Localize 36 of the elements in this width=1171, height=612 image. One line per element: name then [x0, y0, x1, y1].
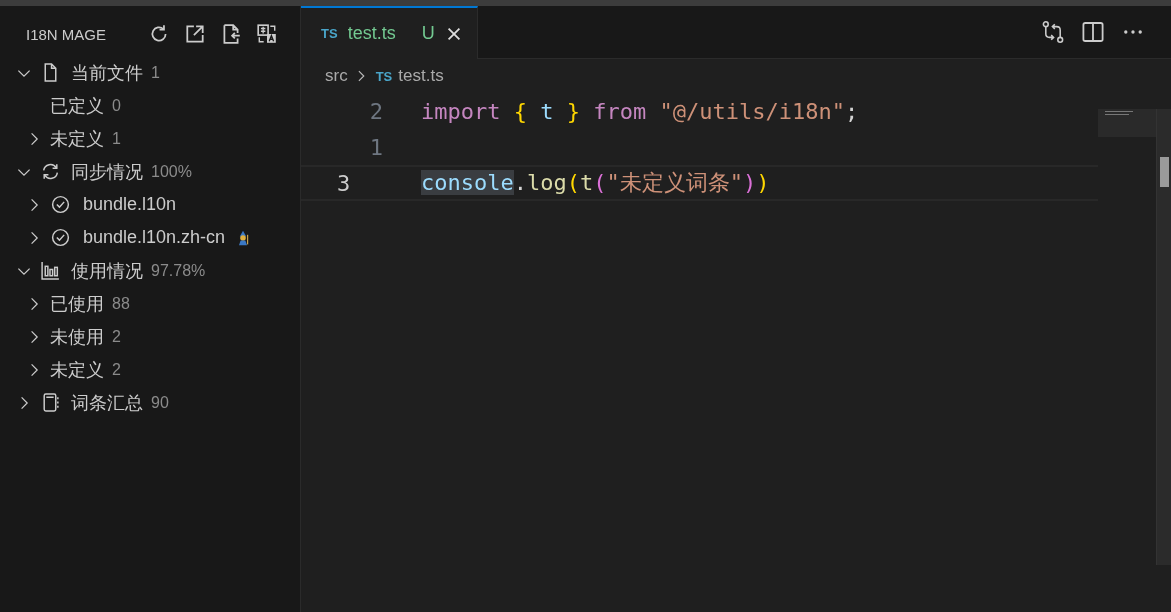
bar-chart-icon: [40, 260, 61, 281]
tree-item[interactable]: 当前文件 1: [0, 56, 300, 89]
scrollbar-thumb[interactable]: [1160, 157, 1169, 187]
line-number: 2: [368, 98, 383, 124]
breadcrumb-item[interactable]: test.ts: [398, 66, 444, 86]
breadcrumb-item[interactable]: src: [325, 66, 348, 86]
compare-changes-icon[interactable]: [1041, 20, 1065, 44]
notebook-icon: [40, 392, 61, 413]
minimap-preview-drawing: [1105, 111, 1133, 115]
typescript-icon: TS: [375, 68, 393, 84]
tree-item[interactable]: 未定义 2: [0, 353, 300, 386]
tree-item[interactable]: bundle.l10n: [0, 188, 300, 221]
tree-item[interactable]: 未使用 2: [0, 320, 300, 353]
line-number: 1: [368, 134, 383, 160]
tree-item[interactable]: 已定义 0: [0, 89, 300, 122]
code-line: import { t } from "@/utils/i18n";: [421, 98, 859, 124]
tree-item[interactable]: 使用情况 97.78%: [0, 254, 300, 287]
git-status: U: [421, 23, 435, 44]
translate-icon[interactable]: [256, 23, 278, 45]
panel-title: I18N MAGE: [26, 25, 108, 43]
check-circle-icon: [50, 194, 71, 215]
tree-item[interactable]: 词条汇总 90: [0, 386, 300, 419]
tree-item[interactable]: bundle.l10n.zh-cn: [0, 221, 300, 254]
tree-item[interactable]: 未定义 1: [0, 122, 300, 155]
scrollbar[interactable]: [1156, 109, 1171, 565]
tree-item[interactable]: 已使用 88: [0, 287, 300, 320]
sync-icon: [40, 161, 61, 182]
split-editor-icon[interactable]: [1081, 20, 1105, 44]
code-line: console.log(t("未定义词条")): [421, 169, 770, 197]
check-circle-icon: [50, 227, 71, 248]
open-external-icon[interactable]: [184, 23, 206, 45]
editor-tab[interactable]: TS test.ts U: [301, 6, 478, 59]
minimap[interactable]: [1098, 109, 1156, 137]
line-number: 3: [336, 170, 352, 196]
typescript-icon: TS: [321, 26, 338, 41]
tree-item[interactable]: 同步情况 100%: [0, 155, 300, 188]
